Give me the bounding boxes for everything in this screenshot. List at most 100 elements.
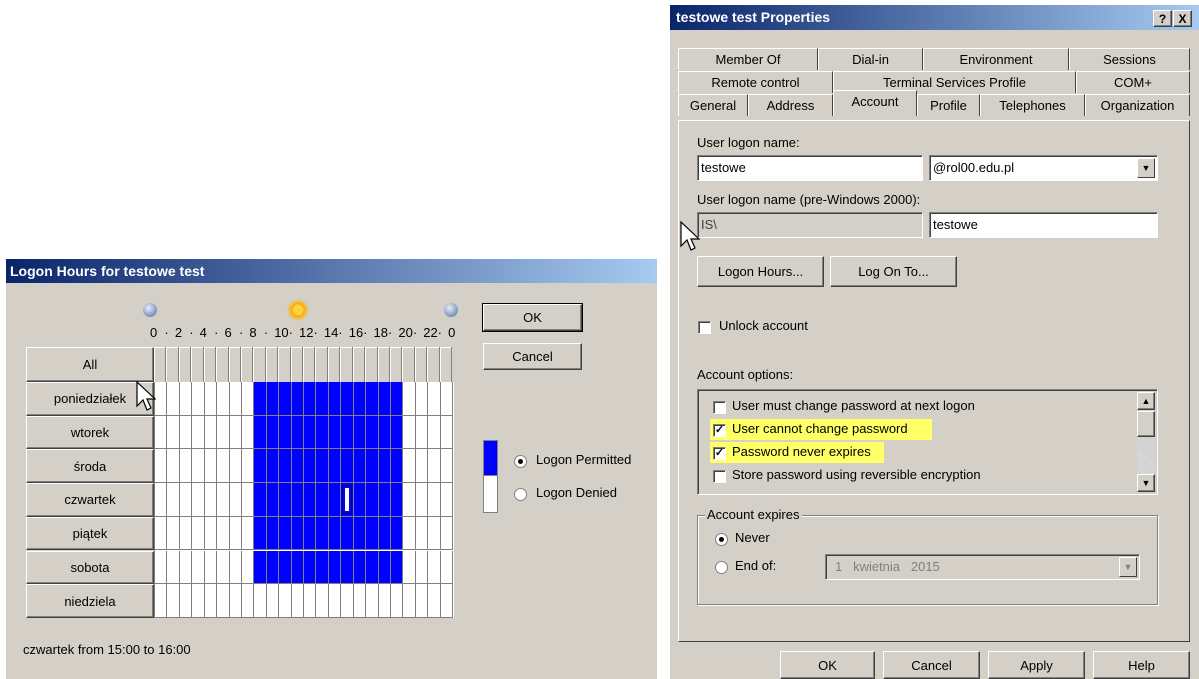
- hour-cell[interactable]: [192, 516, 205, 551]
- hour-cell[interactable]: [217, 483, 230, 517]
- tab-telephones[interactable]: Telephones: [980, 94, 1085, 116]
- apply-button[interactable]: Apply: [988, 651, 1085, 679]
- hour-cell[interactable]: [428, 449, 441, 484]
- hour-column-header[interactable]: [315, 347, 328, 382]
- hour-cell[interactable]: [291, 550, 305, 585]
- hour-cell[interactable]: [155, 584, 168, 618]
- hour-cell[interactable]: [353, 516, 367, 551]
- hour-cell[interactable]: [279, 584, 292, 618]
- domain-select[interactable]: @rol00.edu.pl ▼: [929, 155, 1158, 181]
- hour-cell[interactable]: [291, 483, 305, 517]
- hour-cell[interactable]: [353, 449, 367, 484]
- hour-cell[interactable]: [390, 415, 404, 450]
- hour-cell[interactable]: [304, 449, 317, 484]
- hour-cell[interactable]: [254, 550, 267, 585]
- cancel-button[interactable]: Cancel: [483, 343, 582, 370]
- chevron-down-icon[interactable]: ▼: [1137, 158, 1155, 178]
- day-button[interactable]: środa: [26, 449, 154, 484]
- hour-cell[interactable]: [328, 382, 342, 416]
- day-button[interactable]: sobota: [26, 550, 154, 585]
- hour-cell[interactable]: [440, 415, 454, 450]
- hour-column-header[interactable]: [240, 347, 254, 382]
- day-button[interactable]: wtorek: [26, 415, 154, 450]
- hour-cell[interactable]: [316, 584, 329, 618]
- user-logon-name-input[interactable]: testowe: [697, 155, 923, 181]
- hour-column-header[interactable]: [265, 347, 279, 382]
- hour-cell[interactable]: [341, 449, 354, 484]
- hour-column-header[interactable]: [352, 347, 366, 382]
- hour-cell[interactable]: [241, 415, 255, 450]
- day-button[interactable]: piątek: [26, 516, 154, 551]
- day-button[interactable]: czwartek: [26, 483, 154, 517]
- hour-cell[interactable]: [279, 382, 292, 416]
- hour-cell[interactable]: [254, 516, 267, 551]
- hour-cell[interactable]: [304, 415, 317, 450]
- hour-cell[interactable]: [403, 415, 416, 450]
- hour-cell[interactable]: [279, 550, 292, 585]
- hour-cell[interactable]: [304, 584, 317, 618]
- hour-cell[interactable]: [192, 449, 205, 484]
- hour-cell[interactable]: [415, 382, 429, 416]
- account-option-checkbox[interactable]: [713, 401, 726, 414]
- hour-cell[interactable]: [415, 449, 429, 484]
- scroll-thumb[interactable]: [1137, 411, 1155, 437]
- end-of-radio[interactable]: [715, 561, 728, 574]
- help-button[interactable]: Help: [1093, 651, 1190, 679]
- hour-cell[interactable]: [378, 516, 391, 551]
- hour-cell[interactable]: [415, 550, 429, 585]
- hour-column-header[interactable]: [427, 347, 440, 382]
- hour-cell[interactable]: [266, 382, 280, 416]
- hour-cell[interactable]: [179, 382, 193, 416]
- hour-cell[interactable]: [316, 550, 329, 585]
- hour-column-header[interactable]: [340, 347, 353, 382]
- hour-cell[interactable]: [229, 483, 242, 517]
- hour-cell[interactable]: [192, 584, 205, 618]
- help-title-button[interactable]: ?: [1153, 10, 1172, 27]
- hour-column-header[interactable]: [414, 347, 428, 382]
- close-title-button[interactable]: X: [1173, 10, 1192, 27]
- hour-cell[interactable]: [328, 550, 342, 585]
- hour-cell[interactable]: [366, 415, 379, 450]
- hour-cell[interactable]: [378, 382, 391, 416]
- hour-cell[interactable]: [366, 584, 379, 618]
- hour-cell[interactable]: [229, 415, 242, 450]
- hour-cell[interactable]: [279, 415, 292, 450]
- hour-cell[interactable]: [378, 483, 391, 517]
- options-scrollbar[interactable]: ▲ ▼: [1137, 392, 1155, 492]
- hour-cell[interactable]: [179, 449, 193, 484]
- hour-cell[interactable]: [328, 516, 342, 551]
- hour-cell[interactable]: [266, 516, 280, 551]
- hour-cell[interactable]: [291, 449, 305, 484]
- hour-cell[interactable]: [440, 584, 454, 618]
- hour-cell[interactable]: [167, 415, 180, 450]
- hour-column-header[interactable]: [278, 347, 291, 382]
- hour-cell[interactable]: [241, 483, 255, 517]
- hour-cell[interactable]: [316, 449, 329, 484]
- hour-cell[interactable]: [428, 584, 441, 618]
- hour-column-header[interactable]: [377, 347, 390, 382]
- hour-cell[interactable]: [328, 483, 342, 517]
- hour-cell[interactable]: [241, 449, 255, 484]
- hour-column-header[interactable]: [203, 347, 217, 382]
- hour-cell[interactable]: [390, 584, 404, 618]
- hour-cell[interactable]: [378, 584, 391, 618]
- hour-column-header[interactable]: [303, 347, 316, 382]
- hour-cell[interactable]: [155, 449, 168, 484]
- hour-cell[interactable]: [229, 550, 242, 585]
- hour-cell[interactable]: [167, 449, 180, 484]
- hour-column-header[interactable]: [290, 347, 304, 382]
- hour-cell[interactable]: [217, 415, 230, 450]
- hour-cell[interactable]: [192, 550, 205, 585]
- hour-cell[interactable]: [254, 483, 267, 517]
- day-button[interactable]: poniedziałek: [26, 382, 154, 416]
- hour-cell[interactable]: [415, 516, 429, 551]
- hour-cell[interactable]: [217, 550, 230, 585]
- logon-permitted-radio[interactable]: [514, 455, 527, 468]
- hour-column-header[interactable]: [439, 347, 453, 382]
- hour-cell[interactable]: [241, 382, 255, 416]
- hour-cell[interactable]: [155, 550, 168, 585]
- hour-cell[interactable]: [155, 382, 168, 416]
- hour-cell[interactable]: [155, 516, 168, 551]
- hour-column-header[interactable]: [178, 347, 192, 382]
- hour-cell[interactable]: [279, 483, 292, 517]
